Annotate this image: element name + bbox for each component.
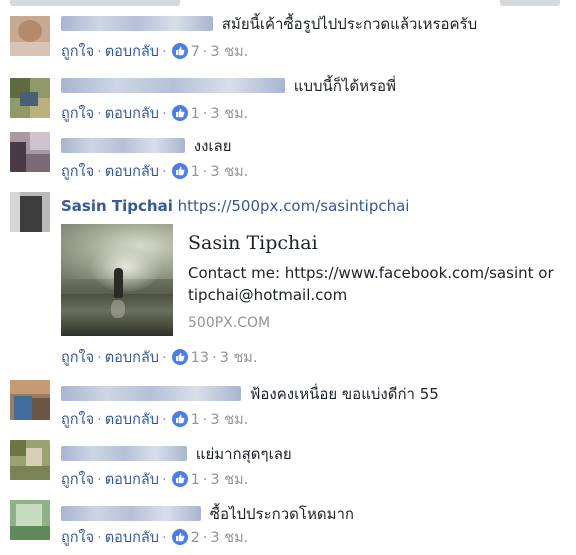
- reply-link[interactable]: ตอบกลับ: [105, 164, 159, 180]
- comment-text: งงเลย: [193, 137, 232, 155]
- like-count[interactable]: 1: [191, 106, 200, 122]
- thumbs-up-icon[interactable]: [171, 529, 188, 545]
- thumbs-up-icon[interactable]: [171, 349, 188, 365]
- comment-body: แย่มากสุดๆเลย: [61, 444, 568, 464]
- comment-body: แบบนี้ก็ได้หรอพี่: [61, 76, 568, 96]
- comment-actions: ถูกใจ · ตอบกลับ · 1 · 3 ชม.: [61, 105, 249, 122]
- like-count[interactable]: 1: [191, 412, 200, 428]
- author-name-redacted[interactable]: [61, 138, 185, 153]
- reply-link[interactable]: ตอบกลับ: [105, 44, 159, 60]
- comment-item: งงเลย ถูกใจ · ตอบกลับ · 1 · 3 ชม.: [0, 132, 576, 190]
- previous-comment-cutoff: [0, 0, 576, 8]
- like-count[interactable]: 1: [191, 164, 200, 180]
- comment-actions: ถูกใจ · ตอบกลับ · 1 · 3 ชม.: [61, 471, 249, 488]
- like-link[interactable]: ถูกใจ: [61, 412, 94, 428]
- author-name-redacted[interactable]: [61, 16, 213, 31]
- like-link[interactable]: ถูกใจ: [61, 472, 94, 488]
- author-name-redacted[interactable]: [61, 446, 187, 461]
- author-name-redacted[interactable]: [61, 78, 285, 93]
- comment-item: Sasin Tipchai https://500px.com/sasintip…: [0, 192, 576, 374]
- author-name-redacted[interactable]: [61, 506, 201, 521]
- comment-time[interactable]: 3 ชม.: [220, 350, 258, 366]
- avatar[interactable]: [10, 500, 50, 540]
- thumbs-up-icon[interactable]: [171, 43, 188, 59]
- comment-text: ฟ้องคงเหนื่อย ขอแบ่งดีก่า 55: [249, 385, 439, 403]
- comment-time[interactable]: 3 ชม.: [210, 530, 248, 546]
- comment-time[interactable]: 3 ชม.: [210, 412, 248, 428]
- reply-link[interactable]: ตอบกลับ: [105, 350, 159, 366]
- link-preview-image[interactable]: [61, 224, 173, 336]
- like-link[interactable]: ถูกใจ: [61, 106, 94, 122]
- reply-link[interactable]: ตอบกลับ: [105, 530, 159, 546]
- avatar[interactable]: [10, 440, 50, 480]
- like-link[interactable]: ถูกใจ: [61, 530, 94, 546]
- link-preview-title[interactable]: Sasin Tipchai: [188, 232, 318, 254]
- comment-body: Sasin Tipchai https://500px.com/sasintip…: [61, 196, 568, 216]
- comment-text: แบบนี้ก็ได้หรอพี่: [293, 77, 396, 95]
- comment-actions: ถูกใจ · ตอบกลับ · 1 · 3 ชม.: [61, 163, 249, 180]
- reply-link[interactable]: ตอบกลับ: [105, 472, 159, 488]
- comment-actions: ถูกใจ · ตอบกลับ · 1 · 3 ชม.: [61, 411, 249, 428]
- comment-text: สมัยนี้เค้าซื้อรูปไปประกวดแล้วเหรอครับ: [221, 15, 478, 33]
- comment-actions: ถูกใจ · ตอบกลับ · 2 · 3 ชม.: [61, 529, 249, 546]
- avatar[interactable]: [10, 380, 50, 420]
- comment-time[interactable]: 3 ชม.: [210, 164, 248, 180]
- comment-author[interactable]: Sasin Tipchai: [61, 197, 173, 215]
- comment-body: งงเลย: [61, 136, 568, 156]
- comment-actions: ถูกใจ · ตอบกลับ · 7 · 3 ชม.: [61, 43, 249, 60]
- comment-time[interactable]: 3 ชม.: [210, 106, 248, 122]
- reply-link[interactable]: ตอบกลับ: [105, 412, 159, 428]
- like-count[interactable]: 1: [191, 472, 200, 488]
- reply-link[interactable]: ตอบกลับ: [105, 106, 159, 122]
- like-count[interactable]: 13: [191, 350, 209, 366]
- comment-body: ซื้อไปประกวดโหดมาก: [61, 504, 568, 524]
- author-name-redacted[interactable]: [61, 386, 241, 401]
- like-count[interactable]: 7: [191, 44, 200, 60]
- avatar[interactable]: [10, 192, 50, 232]
- like-link[interactable]: ถูกใจ: [61, 164, 94, 180]
- thumbs-up-icon[interactable]: [171, 163, 188, 179]
- comment-item: แบบนี้ก็ได้หรอพี่ ถูกใจ · ตอบกลับ · 1 · 3 ชม.: [0, 76, 576, 130]
- avatar[interactable]: [10, 132, 50, 172]
- comment-link[interactable]: https://500px.com/sasintipchai: [178, 197, 410, 215]
- like-link[interactable]: ถูกใจ: [61, 350, 94, 366]
- comment-item: สมัยนี้เค้าซื้อรูปไปประกวดแล้วเหรอครับ ถ…: [0, 14, 576, 68]
- avatar[interactable]: [10, 16, 50, 56]
- comment-item: ซื้อไปประกวดโหดมาก ถูกใจ · ตอบกลับ · 2 · 3 ชม.: [0, 500, 576, 555]
- like-link[interactable]: ถูกใจ: [61, 44, 94, 60]
- thumbs-up-icon[interactable]: [171, 471, 188, 487]
- comment-actions: ถูกใจ · ตอบกลับ · 13 · 3 ชม.: [61, 349, 258, 366]
- comment-time[interactable]: 3 ชม.: [210, 44, 248, 60]
- comment-body: ฟ้องคงเหนื่อย ขอแบ่งดีก่า 55: [61, 384, 568, 404]
- link-preview-domain: 500PX.COM: [188, 315, 271, 331]
- like-count[interactable]: 2: [191, 530, 200, 546]
- thumbs-up-icon[interactable]: [171, 411, 188, 427]
- comment-item: ฟ้องคงเหนื่อย ขอแบ่งดีก่า 55 ถูกใจ · ตอบกล…: [0, 380, 576, 438]
- comment-item: แย่มากสุดๆเลย ถูกใจ · ตอบกลับ · 1 · 3 ชม.: [0, 440, 576, 498]
- comment-text: แย่มากสุดๆเลย: [195, 445, 292, 463]
- comment-text: ซื้อไปประกวดโหดมาก: [209, 505, 354, 523]
- thumbs-up-icon[interactable]: [171, 105, 188, 121]
- comment-body: สมัยนี้เค้าซื้อรูปไปประกวดแล้วเหรอครับ: [61, 14, 568, 34]
- link-preview-description: Contact me: https://www.facebook.com/sas…: [188, 264, 554, 304]
- comment-time[interactable]: 3 ชม.: [210, 472, 248, 488]
- link-preview-card[interactable]: Sasin Tipchai Contact me: https://www.fa…: [61, 224, 563, 339]
- avatar[interactable]: [10, 78, 50, 118]
